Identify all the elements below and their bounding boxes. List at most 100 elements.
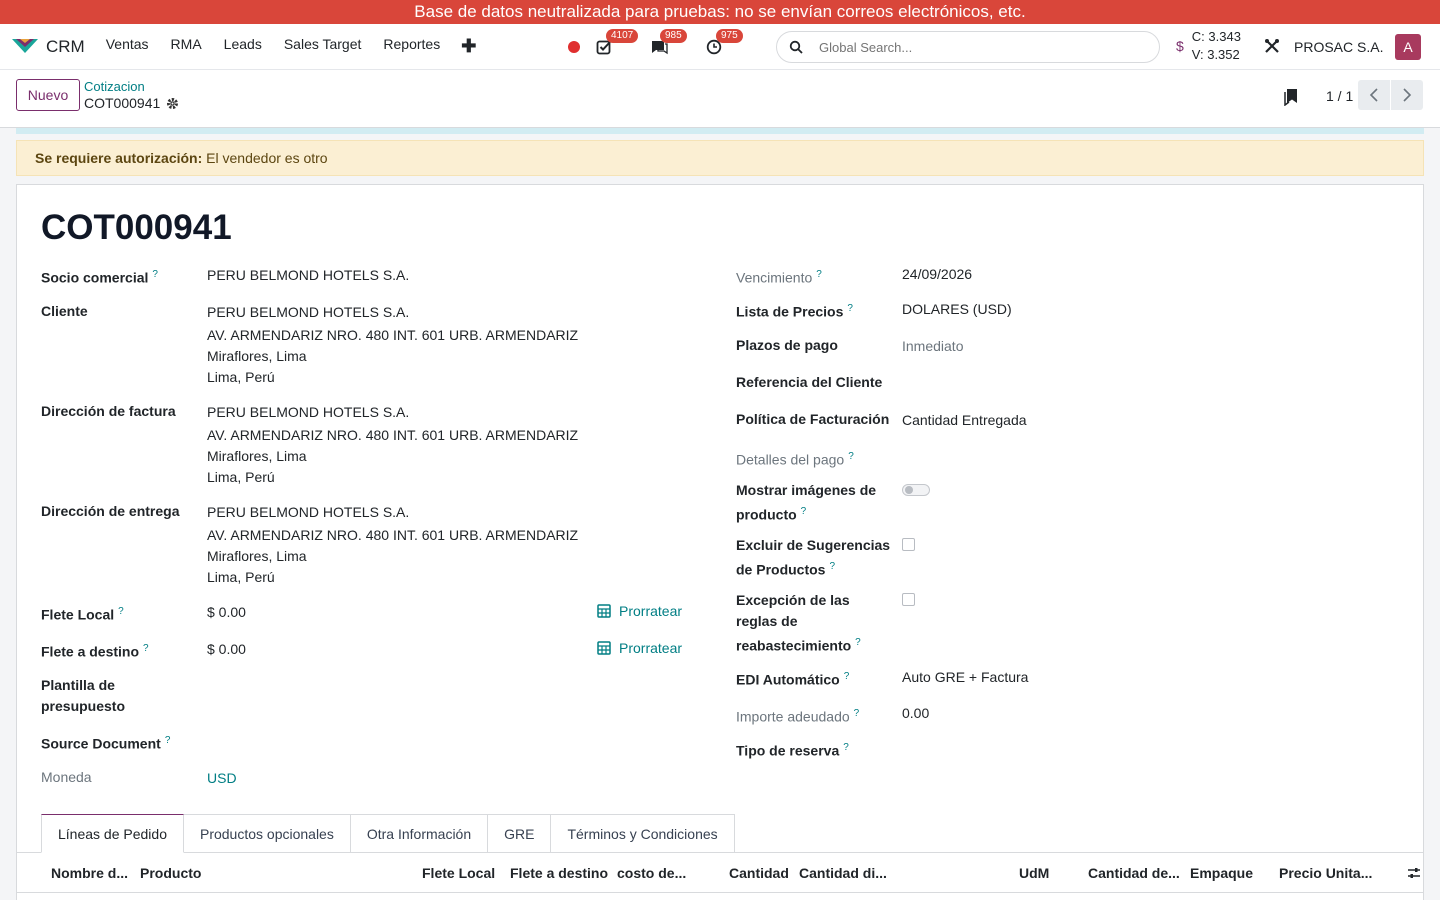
pager-value[interactable]: 1 / 1 [1326,88,1353,104]
column-header[interactable]: Precio Unita... [1279,865,1372,881]
flete-destino-value[interactable]: $ 0.00 [207,639,246,660]
excluir-sugerencias-label: Excluir de Sugerencias de Productos? [736,537,891,578]
user-avatar[interactable]: A [1395,34,1421,60]
column-header[interactable]: Cantidad [729,865,789,881]
app-logo[interactable]: CRM [12,36,85,57]
order-lines-header: Nombre d... Producto Flete Local Flete a… [17,853,1423,893]
calculator-icon [597,641,611,655]
rate-compra: C: 3.343 [1191,29,1241,44]
entrega-label: Dirección de entrega [41,503,180,519]
authorization-alert: Se requiere autorización: El vendedor es… [16,140,1424,176]
menu-item-reportes[interactable]: Reportes [372,36,451,57]
plazos-pago-label: Plazos de pago [736,337,838,353]
tab-productos-opcionales[interactable]: Productos opcionales [183,814,351,853]
tipo-reserva-label: Tipo de reserva? [736,742,849,759]
help-icon[interactable]: ? [855,637,861,648]
help-icon[interactable]: ? [165,735,171,746]
top-navbar: CRM Ventas RMA Leads Sales Target Report… [0,24,1440,70]
menu-item-sales-target[interactable]: Sales Target [273,36,373,57]
tools-icon[interactable] [1264,38,1280,57]
tab-gre[interactable]: GRE [488,814,552,853]
tab-terminos-condiciones[interactable]: Términos y Condiciones [551,814,735,853]
cliente-value[interactable]: PERU BELMOND HOTELS S.A. AV. ARMENDARIZ … [207,302,578,388]
rate-venta: V: 3.352 [1191,47,1240,62]
tab-lineas-pedido[interactable]: Líneas de Pedido [41,814,184,853]
help-icon[interactable]: ? [829,561,835,572]
excepcion-reglas-label: Excepción de las reglas de reabastecimie… [736,592,861,654]
search-icon [789,40,803,54]
clock-button[interactable]: 975 [706,29,743,55]
prorratear-local-button[interactable]: Prorratear [597,603,682,619]
source-document-label: Source Document? [41,735,171,752]
mostrar-imagenes-label: Mostrar imágenes de producto? [736,482,877,523]
breadcrumb-parent[interactable]: Cotizacion [84,79,145,94]
gear-icon[interactable] [166,97,179,110]
referencia-cliente-label: Referencia del Cliente [736,374,883,390]
column-header[interactable]: costo de... [617,865,686,881]
edi-automatico-label: EDI Automático? [736,671,850,688]
prorratear-destino-button[interactable]: Prorratear [597,640,682,656]
excepcion-reglas-checkbox[interactable] [902,593,915,606]
menu-item-rma[interactable]: RMA [160,36,213,57]
search-input[interactable] [819,39,1119,55]
column-header[interactable]: Empaque [1190,865,1253,881]
column-header[interactable]: UdM [1019,865,1049,881]
clock-badge: 975 [716,29,743,43]
pager-next-button[interactable] [1391,80,1423,110]
tab-otra-informacion[interactable]: Otra Información [350,814,489,853]
activities-button[interactable]: 4107 [596,29,639,55]
menu-item-ventas[interactable]: Ventas [95,36,160,57]
document-title: COT000941 [41,208,232,247]
help-icon[interactable]: ? [854,708,860,719]
exchange-rates[interactable]: $ C: 3.343 V: 3.352 [1176,28,1241,64]
main-menu: Ventas RMA Leads Sales Target Reportes ✚ [95,36,487,57]
new-button[interactable]: Nuevo [16,79,80,111]
bookmark-icon[interactable] [1284,88,1298,109]
entrega-value[interactable]: PERU BELMOND HOTELS S.A. AV. ARMENDARIZ … [207,502,578,588]
column-header[interactable]: Cantidad di... [799,865,887,881]
moneda-value[interactable]: USD [207,768,237,789]
help-icon[interactable]: ? [152,269,158,280]
help-icon[interactable]: ? [843,742,849,753]
chevron-right-icon [1403,88,1412,102]
systray: 4107 985 975 [568,24,760,70]
plus-icon[interactable]: ✚ [451,36,486,57]
column-header[interactable]: Nombre d... [51,865,128,881]
help-icon[interactable]: ? [847,303,853,314]
column-header[interactable]: Flete a destino [510,865,608,881]
vencimiento-value[interactable]: 24/09/2026 [902,264,972,285]
factura-value[interactable]: PERU BELMOND HOTELS S.A. AV. ARMENDARIZ … [207,402,578,488]
help-icon[interactable]: ? [801,506,807,517]
messages-button[interactable]: 985 [650,29,687,55]
factura-label: Dirección de factura [41,403,176,419]
help-icon[interactable]: ? [143,643,149,654]
global-search[interactable] [776,31,1160,63]
column-header[interactable]: Producto [140,865,201,881]
menu-item-leads[interactable]: Leads [213,36,273,57]
help-icon[interactable]: ? [844,671,850,682]
column-settings-icon[interactable] [1407,866,1421,883]
politica-facturacion-value[interactable]: Cantidad Entregada [902,410,1027,431]
excluir-sugerencias-checkbox[interactable] [902,538,915,551]
lista-precios-value[interactable]: DOLARES (USD) [902,299,1012,320]
plazos-pago-value[interactable]: Inmediato [902,336,963,357]
record-dot-icon[interactable] [568,41,580,53]
pager-previous-button[interactable] [1358,80,1390,110]
flete-local-value[interactable]: $ 0.00 [207,602,246,623]
mostrar-imagenes-toggle[interactable] [902,484,930,496]
socio-value[interactable]: PERU BELMOND HOTELS S.A. [207,265,409,286]
column-header[interactable]: Cantidad de... [1088,865,1180,881]
activities-badge: 4107 [606,29,639,43]
company-switcher[interactable]: PROSAC S.A. [1294,39,1383,55]
help-icon[interactable]: ? [118,606,124,617]
help-icon[interactable]: ? [816,269,822,280]
help-icon[interactable]: ? [848,451,854,462]
notebook-tabs: Líneas de Pedido Productos opcionales Ot… [41,814,735,853]
lista-precios-label: Lista de Precios? [736,303,853,320]
flete-local-label: Flete Local? [41,606,124,623]
importe-adeudado-label: Importe adeudado? [736,708,860,725]
edi-automatico-value[interactable]: Auto GRE + Factura [902,667,1028,688]
column-header[interactable]: Flete Local [422,865,495,881]
alert-message: El vendedor es otro [206,150,328,166]
dollar-icon: $ [1176,38,1184,54]
